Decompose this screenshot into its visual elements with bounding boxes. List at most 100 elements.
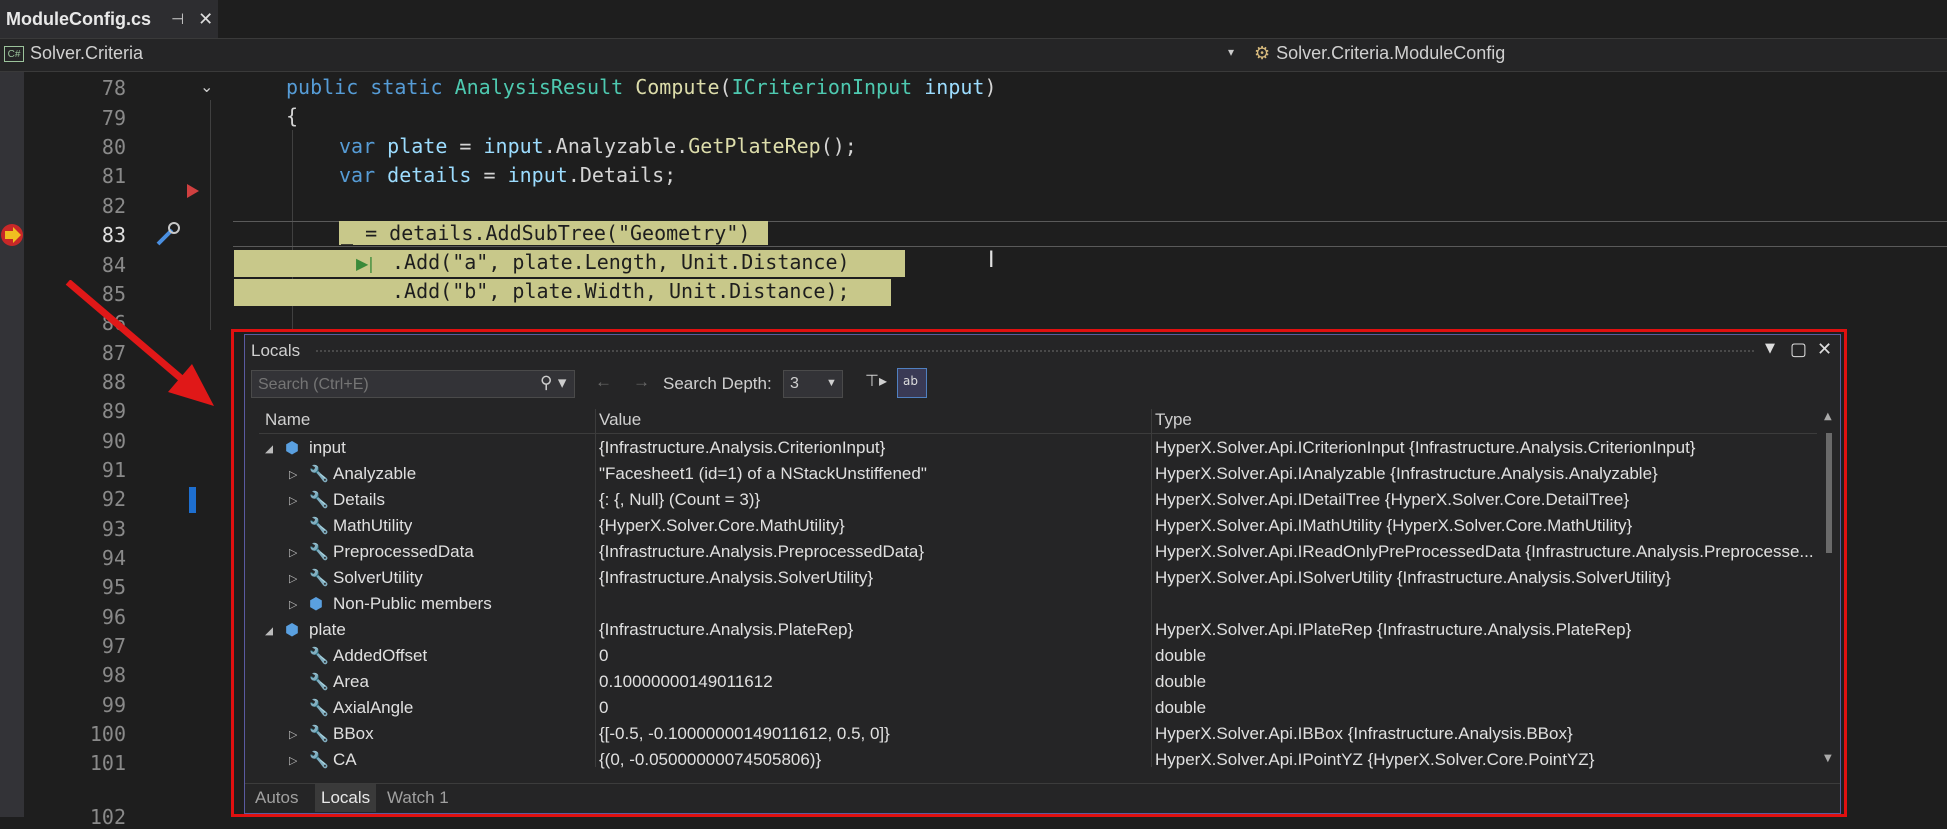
collapsed-icon[interactable]: ▷ (289, 728, 297, 741)
line-number: 90 (101, 429, 126, 453)
search-depth-dropdown[interactable]: 3 ▼ (783, 370, 843, 398)
code-line-80[interactable]: var plate = input.Analyzable.GetPlateRep… (339, 134, 857, 158)
row-value: 0 (599, 698, 609, 717)
line-number: 93 (101, 517, 126, 541)
csharp-project-icon: C# (4, 45, 24, 62)
locals-title-bar[interactable]: Locals ▼ ▢ ✕ (245, 335, 1840, 365)
row-name: SolverUtility (333, 568, 423, 587)
table-row[interactable]: 🔧 AddedOffset 0 double (259, 643, 1817, 669)
row-type: double (1155, 672, 1207, 691)
close-icon[interactable]: ✕ (1817, 339, 1832, 360)
forward-arrow-icon[interactable]: → (633, 372, 650, 392)
member-access: .Analyzable. (543, 134, 689, 158)
pin-icon[interactable]: ⊣ (171, 10, 184, 28)
collapse-chevron-icon[interactable]: ⌄ (200, 77, 213, 96)
view-as-text-button[interactable]: ab (897, 368, 927, 398)
tab-locals[interactable]: Locals (315, 784, 377, 812)
row-name: AddedOffset (333, 646, 428, 665)
tab-autos[interactable]: Autos (255, 788, 298, 808)
table-row[interactable]: ▷ 🔧 BBox {[-0.5, -0.10000000149011612, 0… (259, 721, 1817, 747)
table-row[interactable]: ◢ ⬢ input {Infrastructure.Analysis.Crite… (259, 435, 1817, 461)
table-row[interactable]: 🔧 AxialAngle 0 double (259, 695, 1817, 721)
row-name: Details (333, 490, 385, 509)
row-name: MathUtility (333, 516, 413, 535)
collapsed-icon[interactable]: ▷ (289, 546, 297, 559)
chevron-down-icon[interactable]: ▾ (1228, 45, 1234, 59)
close-icon[interactable]: ✕ (198, 9, 213, 30)
row-type: HyperX.Solver.Api.IPointYZ {HyperX.Solve… (1155, 750, 1595, 769)
code-line-81[interactable]: var details = input.Details; (339, 163, 676, 187)
project-dropdown[interactable]: C# Solver.Criteria (4, 43, 143, 64)
column-header-name[interactable]: Name (265, 410, 310, 430)
collapsed-icon[interactable]: ▷ (289, 598, 297, 611)
tab-title: ModuleConfig.cs (6, 8, 151, 29)
row-value: {Infrastructure.Analysis.PreprocessedDat… (599, 542, 925, 561)
operator: = (471, 163, 508, 187)
table-row[interactable]: ▷ ⬢ Non-Public members (259, 591, 1817, 617)
code-line-85[interactable]: .Add("b", plate.Width, Unit.Distance); (392, 279, 850, 303)
pin-icon[interactable]: ⊤▸ (865, 371, 887, 391)
line-number: 95 (101, 575, 126, 599)
table-row[interactable]: 🔧 MathUtility {HyperX.Solver.Core.MathUt… (259, 513, 1817, 539)
interface-icon: ⬢ (285, 622, 299, 639)
table-row[interactable]: ▷ 🔧 Analyzable "Facesheet1 (id=1) of a N… (259, 461, 1817, 487)
type-dropdown[interactable]: ⚙ Solver.Criteria.ModuleConfig (1254, 43, 1505, 64)
code-line-78[interactable]: public static AnalysisResult Compute(ICr… (286, 75, 997, 99)
table-row[interactable]: 🔧 Area 0.10000000149011612 double (259, 669, 1817, 695)
scroll-down-icon[interactable]: ▼ (1824, 753, 1832, 764)
locals-window[interactable]: Locals ▼ ▢ ✕ ⚲ ▾ ← → Search Depth: 3 ▼ ⊤… (244, 334, 1841, 814)
back-arrow-icon[interactable]: ← (595, 372, 612, 392)
debug-window-tabs: Autos Locals Watch 1 (245, 783, 1840, 814)
search-box[interactable]: ⚲ ▾ (251, 370, 575, 399)
table-row[interactable]: ▷ 🔧 PreprocessedData {Infrastructure.Ana… (259, 539, 1817, 565)
property-wrench-icon: 🔧 (309, 544, 329, 561)
line-number: 99 (101, 693, 126, 717)
collapsed-icon[interactable]: ▷ (289, 754, 297, 767)
table-row[interactable]: ◢ ⬢ plate {Infrastructure.Analysis.Plate… (259, 617, 1817, 643)
row-type: HyperX.Solver.Api.IMathUtility {HyperX.S… (1155, 516, 1633, 535)
property-wrench-icon: 🔧 (309, 674, 329, 691)
search-depth-value: 3 (790, 375, 799, 392)
current-statement-icon (1, 224, 23, 246)
code-line-84[interactable]: .Add("a", plate.Length, Unit.Distance) (392, 250, 850, 274)
line-number: 101 (89, 751, 126, 775)
keyword: var (339, 134, 376, 158)
row-type: HyperX.Solver.Api.IBBox {Infrastructure.… (1155, 724, 1573, 743)
vertical-scrollbar[interactable]: ▲ ▼ (1821, 409, 1837, 767)
indicator-margin[interactable] (0, 72, 24, 817)
code-line-79[interactable]: { (286, 104, 298, 128)
row-value: "Facesheet1 (id=1) of a NStackUnstiffene… (599, 464, 927, 483)
row-value: {(0, -0.05000000074505806)} (599, 750, 822, 769)
tab-watch-1[interactable]: Watch 1 (387, 788, 449, 808)
expanded-icon[interactable]: ◢ (265, 624, 273, 637)
code-line-83[interactable]: _ = details.AddSubTree("Geometry") (339, 221, 769, 245)
collapsed-icon[interactable]: ▷ (289, 468, 297, 481)
property-wrench-icon: 🔧 (309, 752, 329, 769)
tab-moduleconfig[interactable]: ModuleConfig.cs ⊣ ✕ (0, 0, 218, 38)
expanded-icon[interactable]: ◢ (265, 442, 273, 455)
line-number: 98 (101, 663, 126, 687)
row-name: BBox (333, 724, 374, 743)
search-icon[interactable]: ⚲ ▾ (540, 373, 566, 393)
search-input[interactable] (252, 371, 540, 399)
chevron-down-icon[interactable]: ▼ (1765, 341, 1775, 356)
column-header-type[interactable]: Type (1155, 410, 1192, 430)
table-row[interactable]: ▷ 🔧 CA {(0, -0.05000000074505806)} Hyper… (259, 747, 1817, 773)
table-row[interactable]: ▷ 🔧 SolverUtility {Infrastructure.Analys… (259, 565, 1817, 591)
maximize-icon[interactable]: ▢ (1790, 339, 1807, 360)
collapsed-icon[interactable]: ▷ (289, 494, 297, 507)
edit-continue-icon[interactable] (152, 220, 182, 250)
collapsed-icon[interactable]: ▷ (289, 572, 297, 585)
scrollbar-thumb[interactable] (1826, 433, 1832, 553)
breakpoint-arrow-icon (187, 184, 199, 198)
table-row[interactable]: ▷ 🔧 Details {: {, Null} (Count = 3)} Hyp… (259, 487, 1817, 513)
column-header-value[interactable]: Value (599, 410, 641, 430)
scroll-up-icon[interactable]: ▲ (1824, 411, 1832, 422)
drag-grip[interactable] (315, 349, 1755, 353)
type-name: Solver.Criteria.ModuleConfig (1276, 43, 1506, 63)
run-to-cursor-icon[interactable]: ▶| (356, 254, 374, 273)
property-wrench-icon: 🔧 (309, 726, 329, 743)
row-type: HyperX.Solver.Api.IDetailTree {HyperX.So… (1155, 490, 1629, 509)
row-name: AxialAngle (333, 698, 414, 717)
locals-toolbar: ⚲ ▾ ← → Search Depth: 3 ▼ ⊤▸ ab (245, 367, 1840, 401)
